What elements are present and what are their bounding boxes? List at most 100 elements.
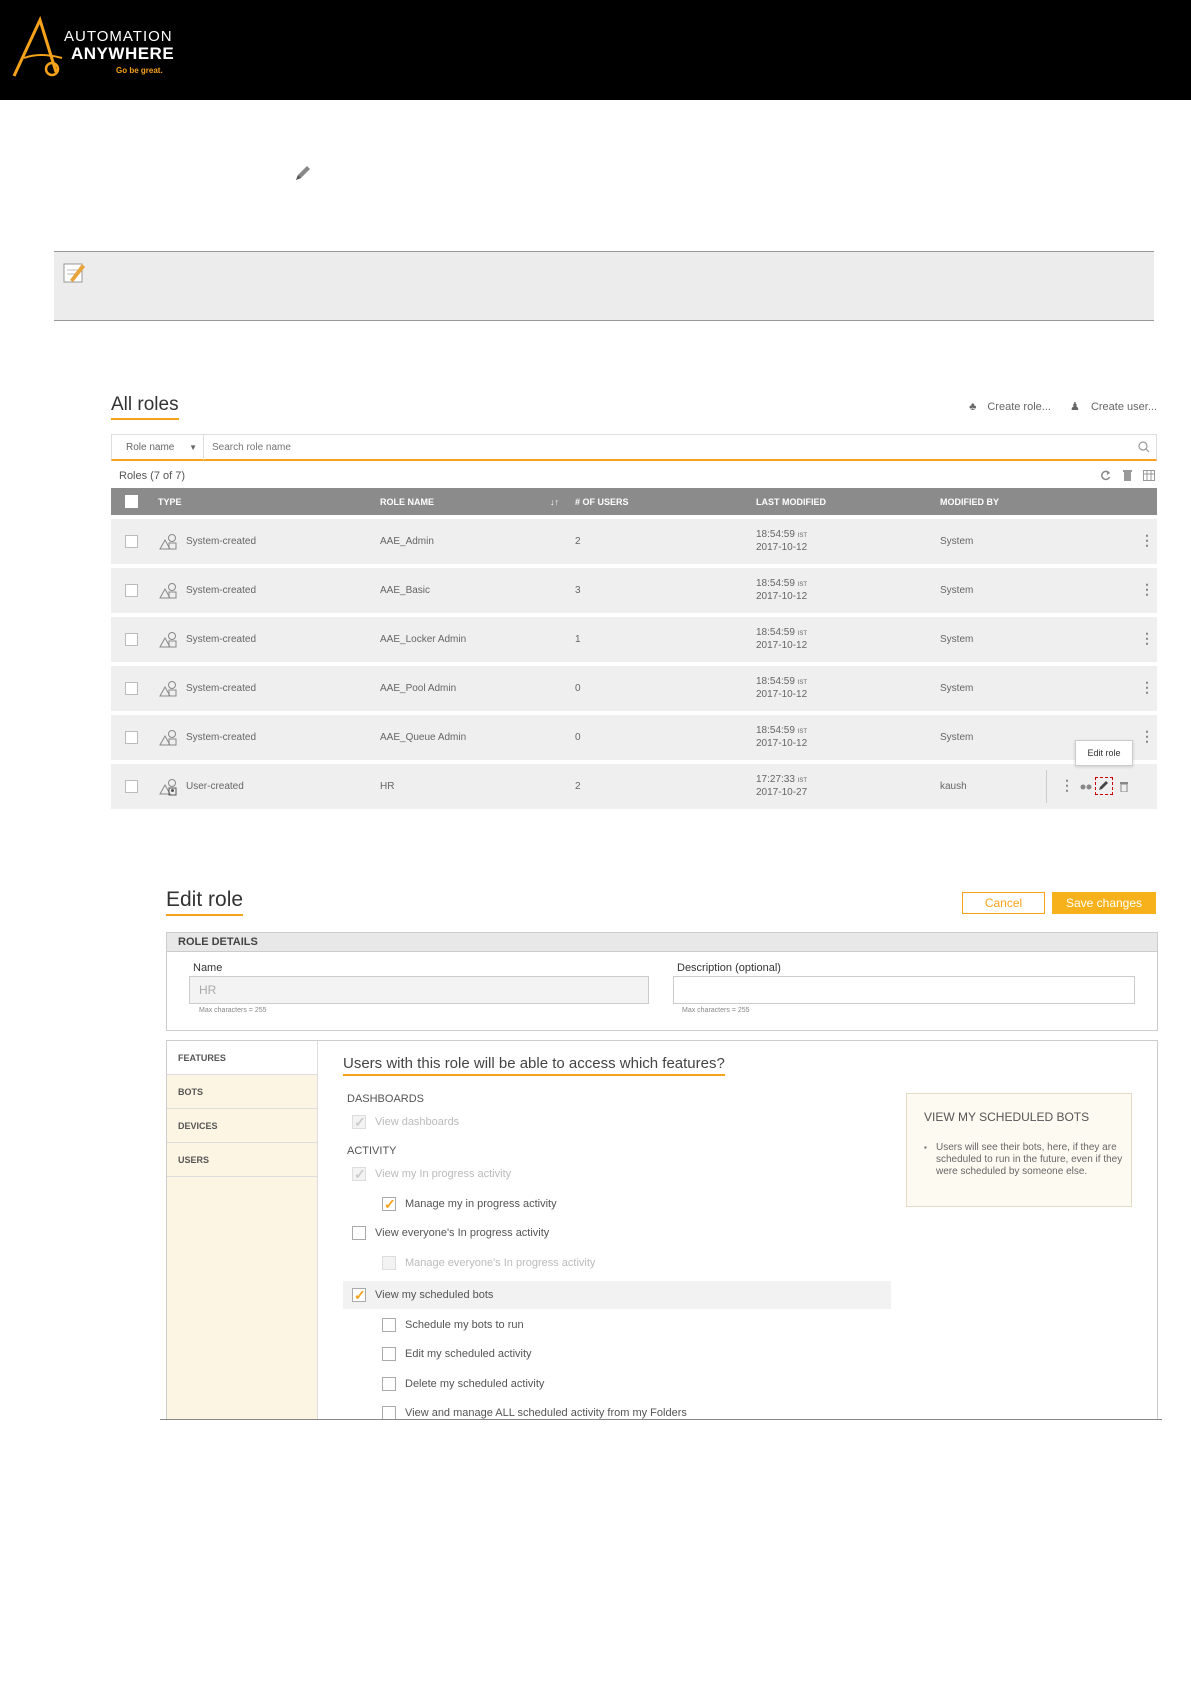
checkbox[interactable] xyxy=(382,1377,396,1391)
delete-icon[interactable] xyxy=(1122,468,1133,486)
checkbox[interactable] xyxy=(382,1406,396,1420)
role-name: AAE_Queue Admin xyxy=(380,732,467,743)
timezone: IST xyxy=(797,631,808,637)
view-icon[interactable] xyxy=(1080,781,1092,794)
role-modified-by: System xyxy=(940,634,974,645)
table-row[interactable]: System-created AAE_Basic 3 18:54:59 IST … xyxy=(111,568,1157,613)
all-roles-title: All roles xyxy=(111,394,179,420)
more-menu-icon[interactable]: ⋮ xyxy=(1140,532,1154,549)
timezone: IST xyxy=(797,778,808,784)
info-panel: VIEW MY SCHEDULED BOTS Users will see th… xyxy=(906,1093,1132,1207)
more-menu-icon[interactable]: ⋮ xyxy=(1140,630,1154,647)
create-user-link[interactable]: ♟ Create user... xyxy=(1062,401,1157,413)
create-user-label: Create user... xyxy=(1090,401,1157,413)
more-menu-icon[interactable]: ⋮ xyxy=(1140,581,1154,598)
col-last-modified[interactable]: LAST MODIFIED xyxy=(756,497,826,507)
search-icon[interactable] xyxy=(1138,441,1150,453)
row-checkbox[interactable] xyxy=(125,535,138,548)
col-users[interactable]: # OF USERS xyxy=(575,497,629,507)
features-question: Users with this role will be able to acc… xyxy=(343,1055,725,1076)
row-checkbox[interactable] xyxy=(125,682,138,695)
role-date: 2017-10-12 xyxy=(756,640,808,651)
info-body: Users will see their bots, here, if they… xyxy=(924,1142,1124,1178)
description-field[interactable] xyxy=(673,976,1135,1004)
more-menu-icon[interactable]: ⋮ xyxy=(1140,728,1154,745)
role-type: System-created xyxy=(186,732,257,743)
checkbox[interactable] xyxy=(352,1113,366,1131)
time-value: 18:54:59 xyxy=(756,627,795,638)
timezone: IST xyxy=(797,582,808,588)
tab-users[interactable]: USERS xyxy=(167,1143,317,1177)
create-role-link[interactable]: ♣ Create role... xyxy=(961,401,1051,413)
header-banner: AUTOMATION ANYWHERE Go be great. xyxy=(0,0,1191,100)
table-row[interactable]: System-created AAE_Admin 2 18:54:59 IST … xyxy=(111,519,1157,564)
role-type: System-created xyxy=(186,634,257,645)
role-modified-by: System xyxy=(940,683,974,694)
role-type: System-created xyxy=(186,585,257,596)
option-label: Schedule my bots to run xyxy=(405,1319,524,1331)
checkbox[interactable] xyxy=(382,1195,396,1213)
col-type[interactable]: TYPE xyxy=(158,497,182,507)
delete-icon[interactable] xyxy=(1119,781,1129,795)
cancel-button[interactable]: Cancel xyxy=(962,892,1045,914)
edit-role-tooltip: Edit role xyxy=(1075,740,1133,766)
tab-devices[interactable]: DEVICES xyxy=(167,1109,317,1143)
timezone: IST xyxy=(797,533,808,539)
save-changes-button[interactable]: Save changes xyxy=(1052,892,1156,914)
select-all-checkbox[interactable] xyxy=(125,495,138,508)
role-details-section: ROLE DETAILS Name HR Max characters = 25… xyxy=(166,932,1158,1031)
role-type-icon xyxy=(158,729,178,750)
role-date: 2017-10-12 xyxy=(756,738,808,749)
checkbox[interactable] xyxy=(382,1347,396,1361)
screenshot-bottom-divider xyxy=(160,1419,1162,1420)
role-users: 2 xyxy=(575,536,581,547)
option-label: View and manage ALL scheduled activity f… xyxy=(405,1407,687,1419)
sort-icon[interactable]: ↓↑ xyxy=(550,497,559,507)
role-users: 1 xyxy=(575,634,581,645)
checkbox[interactable] xyxy=(352,1226,366,1240)
role-users: 0 xyxy=(575,683,581,694)
role-time: 18:54:59 IST xyxy=(756,627,807,638)
checkbox[interactable] xyxy=(382,1318,396,1332)
row-checkbox[interactable] xyxy=(125,731,138,744)
tab-bots[interactable]: BOTS xyxy=(167,1075,317,1109)
table-row[interactable]: System-created AAE_Locker Admin 1 18:54:… xyxy=(111,617,1157,662)
caret-down-icon: ▼ xyxy=(189,443,197,452)
table-row[interactable]: System-created AAE_Pool Admin 0 18:54:59… xyxy=(111,666,1157,711)
row-checkbox[interactable] xyxy=(125,633,138,646)
more-menu-icon[interactable]: ⋮ xyxy=(1140,679,1154,696)
row-checkbox[interactable] xyxy=(125,584,138,597)
role-users: 2 xyxy=(575,781,581,792)
more-menu-icon[interactable]: ⋮ xyxy=(1060,777,1074,794)
col-role-name[interactable]: ROLE NAME xyxy=(380,497,434,507)
checkbox[interactable] xyxy=(352,1286,366,1304)
option-label: Manage my in progress activity xyxy=(405,1198,557,1210)
table-row[interactable]: User-created HR 2 17:27:33 IST 2017-10-2… xyxy=(111,764,1157,809)
edit-role-icon[interactable] xyxy=(1095,777,1113,795)
role-name: AAE_Basic xyxy=(380,585,431,596)
role-time: 17:27:33 IST xyxy=(756,774,807,785)
refresh-icon[interactable] xyxy=(1100,468,1111,486)
role-type-icon xyxy=(158,533,178,554)
row-checkbox[interactable] xyxy=(125,780,138,793)
col-modified-by[interactable]: MODIFIED BY xyxy=(940,497,999,507)
tab-features[interactable]: FEATURES xyxy=(167,1041,317,1075)
table-row[interactable]: System-created AAE_Queue Admin 0 18:54:5… xyxy=(111,715,1157,760)
checkbox[interactable] xyxy=(382,1256,396,1270)
role-modified-by: System xyxy=(940,585,974,596)
columns-icon[interactable] xyxy=(1143,468,1155,486)
section-activity: ACTIVITY xyxy=(347,1145,397,1157)
search-filter-select[interactable]: Role name ▼ xyxy=(112,435,204,460)
time-value: 18:54:59 xyxy=(756,578,795,589)
name-hint: Max characters = 255 xyxy=(199,1007,267,1014)
time-value: 18:54:59 xyxy=(756,676,795,687)
name-field[interactable]: HR xyxy=(189,976,649,1004)
role-time: 18:54:59 IST xyxy=(756,529,807,540)
search-input[interactable] xyxy=(212,435,1072,460)
role-type-icon xyxy=(158,631,178,652)
create-user-icon: ♟ xyxy=(1070,401,1080,413)
brand-logo: AUTOMATION ANYWHERE Go be great. xyxy=(10,14,190,78)
role-date: 2017-10-12 xyxy=(756,542,808,553)
role-type: System-created xyxy=(186,683,257,694)
checkbox[interactable] xyxy=(352,1165,366,1183)
